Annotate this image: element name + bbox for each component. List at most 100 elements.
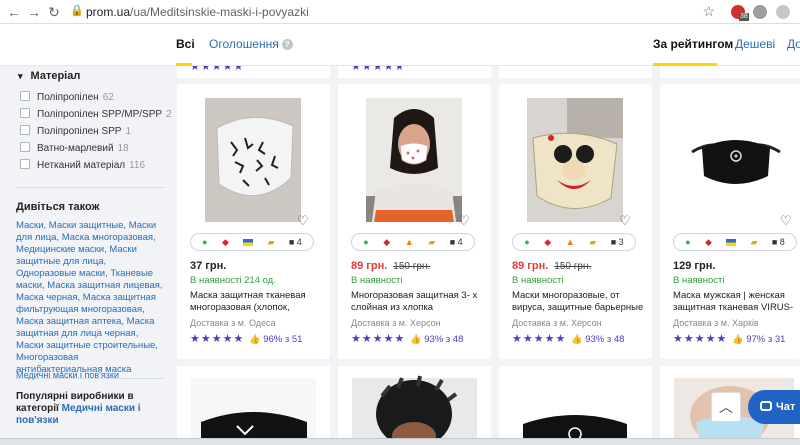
seller-rating: ★★★★★ 👍 97% з 31 (673, 332, 785, 345)
reliable-seller-icon: ● (363, 237, 369, 247)
heart-icon[interactable]: ♡ (619, 213, 631, 229)
product-card[interactable]: ♡ ● ◆ ▲ ▰ ■ 4 89 грн. 150 грн. В наявност… (338, 84, 491, 359)
photo-reviews-icon: ■ 3 (610, 237, 624, 247)
photo-reviews-icon: ■ 4 (288, 237, 302, 247)
photo-reviews-icon: ■ 4 (449, 237, 463, 247)
rating-stars: ★★★★★ (351, 333, 406, 345)
forward-arrow-icon[interactable]: → (26, 4, 42, 20)
checkbox[interactable] (20, 108, 30, 118)
product-title[interactable]: Маски многоразовые, от вируса, защитные … (512, 290, 644, 314)
address-bar[interactable]: 🔒 prom.ua/ua/Meditsinskie-maski-i-povyaz… (66, 2, 721, 22)
product-badges: ● ◆ ▲ ▰ ■ 3 (512, 233, 636, 251)
ukraine-flag-icon (243, 238, 254, 246)
photo-reviews-icon: ■ 8 (771, 237, 785, 247)
badge-count: 4 (296, 237, 302, 247)
product-card-partial (499, 66, 652, 78)
reliable-seller-icon: ● (202, 237, 208, 247)
rating-stars: ★★★★★ (673, 333, 728, 345)
product-price: 37 грн. (190, 260, 227, 272)
material-option[interactable]: Поліпропілен SPP 1 (20, 125, 131, 137)
material-option[interactable]: Ватно-марлевий 18 (20, 142, 129, 154)
tab-ads-label: Оголошення (209, 37, 279, 51)
thumbs-up-icon: ▰ (589, 237, 597, 247)
reload-icon[interactable]: ↻ (46, 4, 62, 20)
divider (16, 187, 164, 188)
product-image[interactable] (338, 366, 491, 445)
related-searches-links[interactable]: Маски, Маски защитные, Маски для лица, М… (16, 220, 164, 376)
product-image[interactable] (177, 366, 330, 445)
badge-count: 4 (457, 237, 463, 247)
product-image[interactable] (366, 98, 462, 222)
product-title[interactable]: Маска защитная тканевая многоразовая (хл… (190, 290, 322, 314)
seller-rating: ★★★★★ 👍 93% з 48 (351, 332, 463, 345)
profile-avatar[interactable] (776, 5, 790, 19)
badge-count: 3 (618, 237, 624, 247)
product-badges: ● ◆ ▰ ■ 4 (190, 233, 314, 251)
sort-cheaper[interactable]: Дешеві (735, 37, 775, 51)
heart-icon[interactable]: ♡ (458, 213, 470, 229)
material-label: Поліпропілен SPP (37, 126, 122, 137)
product-image[interactable] (688, 98, 784, 222)
sidebar-cut-link[interactable]: Медичні маски і пов'язки (16, 370, 119, 380)
rating-stars: ★★★★★ (190, 333, 245, 345)
heart-icon[interactable]: ♡ (297, 213, 309, 229)
url-path: /ua/Meditsinskie-maski-i-povyazki (130, 5, 309, 19)
fire-icon: ▲ (565, 237, 575, 247)
sale-price: 89 грн. (351, 260, 388, 272)
extension-globe-icon[interactable] (753, 5, 767, 19)
sort-by-rating[interactable]: За рейтингом (653, 37, 733, 51)
scroll-to-top-button[interactable]: ︿ (711, 392, 741, 422)
thumbs-up-icon: 👍 (571, 334, 583, 344)
bookmark-star-icon[interactable]: ☆ (702, 3, 715, 20)
product-image[interactable] (205, 98, 301, 222)
product-price: 89 грн. 150 грн. (512, 260, 591, 272)
rating-stars: ★★★★★ (351, 66, 406, 73)
product-image[interactable] (527, 98, 623, 222)
product-card[interactable] (499, 366, 652, 445)
product-image[interactable] (499, 366, 652, 445)
extension-badge: 38 (739, 13, 749, 21)
help-icon[interactable]: ? (281, 39, 293, 50)
product-title[interactable]: Маска мужская | женская защитная тканева… (673, 290, 800, 314)
thumbs-up-icon: 👍 (249, 334, 261, 344)
product-card[interactable] (177, 366, 330, 445)
product-card[interactable]: ♡ ● ◆ ▰ ■ 4 37 грн. В наявності 214 од. … (177, 84, 330, 359)
material-filter-title: Матеріал (30, 70, 81, 82)
rating-stars: ★★★★★ (512, 333, 567, 345)
chevron-up-icon: ︿ (719, 399, 733, 415)
delivery-location: Доставка з м. Херсон (512, 318, 602, 328)
product-card[interactable] (338, 366, 491, 445)
badge-count: 8 (779, 237, 785, 247)
sort-expensive[interactable]: Дор (787, 37, 800, 51)
checkbox[interactable] (20, 91, 30, 101)
product-price: 129 грн. (673, 260, 716, 272)
heart-icon[interactable]: ♡ (780, 213, 792, 229)
ukraine-flag-icon (726, 238, 737, 246)
material-filter-header[interactable]: ▾ Матеріал (18, 70, 80, 82)
checkbox[interactable] (20, 159, 30, 169)
material-label: Поліпропілен SPP/MP/SPP (37, 109, 163, 120)
product-price: 89 грн. 150 грн. (351, 260, 430, 272)
checkbox[interactable] (20, 125, 30, 135)
back-arrow-icon[interactable]: ← (6, 4, 22, 20)
checkbox[interactable] (20, 142, 30, 152)
rating-percent: 93% з 48 (424, 334, 464, 345)
chat-bubble-icon (760, 401, 772, 411)
product-card[interactable]: ♡ ● ◆ ▲ ▰ ■ 3 89 грн. 150 грн. В наявност… (499, 84, 652, 359)
delivery-location: Доставка з м. Харків (673, 318, 759, 328)
material-option[interactable]: Поліпропілен 62 (20, 91, 114, 103)
product-title[interactable]: Многоразовая защитная 3- х слойная из хл… (351, 290, 483, 314)
rating-percent: 93% з 48 (585, 334, 625, 345)
tab-all[interactable]: Всі (176, 37, 195, 51)
tab-ads[interactable]: Оголошення? (209, 37, 293, 51)
chat-button[interactable]: Чат (748, 390, 800, 424)
lock-icon: 🔒 (70, 5, 84, 17)
secure-payment-icon: ◆ (221, 237, 229, 247)
product-card-partial (660, 66, 800, 78)
product-card[interactable]: ♡ ● ◆ ▰ ■ 8 129 грн. В наявності Маска м… (660, 84, 800, 359)
material-option[interactable]: Нетканий матеріал 116 (20, 159, 145, 171)
material-option[interactable]: Поліпропілен SPP/MP/SPP 2 (20, 108, 172, 120)
material-count: 18 (117, 143, 129, 154)
results-tabs-bar: Всі Оголошення? За рейтингом Дешеві Дор (0, 24, 800, 66)
thumbs-up-icon: ▰ (267, 237, 275, 247)
